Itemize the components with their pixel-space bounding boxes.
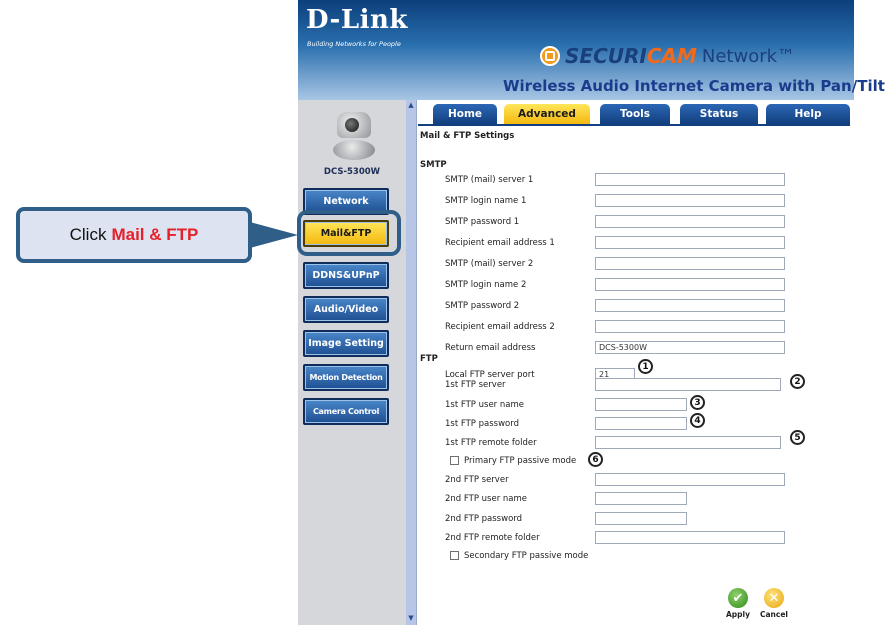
tab-underline — [418, 124, 850, 126]
tab-status[interactable]: Status — [680, 104, 758, 124]
return-email-label: Return email address — [445, 343, 536, 353]
tab-tools[interactable]: Tools — [600, 104, 670, 124]
lock-icon — [540, 46, 560, 66]
ftp-folder-2-label: 2nd FTP remote folder — [445, 533, 540, 543]
ftp-user-1-input[interactable] — [595, 398, 687, 411]
ftp-folder-1-input[interactable] — [595, 436, 781, 449]
ftp-server-2-label: 2nd FTP server — [445, 475, 509, 485]
recipient-email-1-input[interactable] — [595, 236, 785, 249]
smtp-password-1-input[interactable] — [595, 215, 785, 228]
sidebar-item-camera-control[interactable]: Camera Control — [303, 398, 389, 425]
recipient-email-1-label: Recipient email address 1 — [445, 238, 555, 248]
ftp-section-title: FTP — [420, 354, 438, 364]
ftp-server-2-input[interactable] — [595, 473, 785, 486]
dlink-tagline: Building Networks for People — [307, 40, 401, 48]
apply-button[interactable]: ✔ Apply — [718, 588, 758, 619]
ftp-password-2-label: 2nd FTP password — [445, 514, 523, 524]
smtp-server-1-label: SMTP (mail) server 1 — [445, 175, 534, 185]
sidebar-item-audio-video[interactable]: Audio/Video — [303, 296, 389, 323]
callout-box: Click Mail & FTP — [16, 207, 252, 263]
scroll-up-icon[interactable]: ▲ — [407, 100, 415, 110]
recipient-email-2-input[interactable] — [595, 320, 785, 333]
smtp-login-2-label: SMTP login name 2 — [445, 280, 527, 290]
securicam-logo: SECURICAM Network™ — [540, 44, 795, 68]
sidebar-item-ddns-upnp[interactable]: DDNS&UPnP — [303, 262, 389, 289]
checkmark-icon: ✔ — [728, 588, 748, 608]
secondary-passive-checkbox[interactable] — [450, 551, 459, 560]
smtp-password-2-label: SMTP password 2 — [445, 301, 520, 311]
return-email-input[interactable]: DCS-5300W — [595, 341, 785, 354]
recipient-email-2-label: Recipient email address 2 — [445, 322, 555, 332]
selection-highlight — [297, 210, 401, 256]
ftp-user-2-input[interactable] — [595, 492, 687, 505]
ftp-server-1-label: 1st FTP server — [445, 380, 506, 390]
page-title: Mail & FTP Settings — [420, 131, 515, 141]
smtp-password-1-label: SMTP password 1 — [445, 217, 520, 227]
smtp-server-2-label: SMTP (mail) server 2 — [445, 259, 534, 269]
ftp-folder-2-input[interactable] — [595, 531, 785, 544]
ftp-password-1-input[interactable] — [595, 417, 687, 430]
marker-2: 2 — [790, 374, 805, 389]
ftp-user-1-label: 1st FTP user name — [445, 400, 524, 410]
ftp-folder-1-label: 1st FTP remote folder — [445, 438, 537, 448]
smtp-server-1-input[interactable] — [595, 173, 785, 186]
marker-4: 4 — [690, 413, 705, 428]
dlink-logo: D-Link — [306, 5, 408, 35]
smtp-password-2-input[interactable] — [595, 299, 785, 312]
marker-3: 3 — [690, 395, 705, 410]
smtp-login-2-input[interactable] — [595, 278, 785, 291]
tab-advanced[interactable]: Advanced — [504, 104, 590, 124]
local-ftp-port-label: Local FTP server port — [445, 370, 535, 380]
sidebar-item-image-setting[interactable]: Image Setting — [303, 330, 389, 357]
cancel-label: Cancel — [759, 610, 788, 619]
camera-image — [333, 112, 375, 162]
apply-label: Apply — [725, 610, 750, 619]
tab-home[interactable]: Home — [433, 104, 497, 124]
smtp-section-title: SMTP — [420, 160, 447, 170]
ftp-password-2-input[interactable] — [595, 512, 687, 525]
smtp-login-1-label: SMTP login name 1 — [445, 196, 527, 206]
ftp-server-1-input[interactable] — [595, 378, 781, 391]
marker-5: 5 — [790, 430, 805, 445]
marker-6: 6 — [588, 452, 603, 467]
sidebar-item-motion-detection[interactable]: Motion Detection — [303, 364, 389, 391]
cancel-x-icon: ✕ — [764, 588, 784, 608]
scrollbar[interactable]: ▲ ▼ — [406, 100, 416, 625]
marker-1: 1 — [638, 359, 653, 374]
primary-passive-checkbox[interactable] — [450, 456, 459, 465]
secondary-passive-label: Secondary FTP passive mode — [464, 551, 589, 561]
primary-passive-label: Primary FTP passive mode — [464, 456, 577, 466]
ftp-user-2-label: 2nd FTP user name — [445, 494, 527, 504]
product-title: Wireless Audio Internet Camera with Pan/… — [503, 77, 885, 95]
ftp-password-1-label: 1st FTP password — [445, 419, 519, 429]
callout-pointer — [250, 222, 298, 248]
camera-model-label: DCS-5300W — [323, 167, 381, 177]
scroll-down-icon[interactable]: ▼ — [407, 613, 415, 623]
smtp-server-2-input[interactable] — [595, 257, 785, 270]
smtp-login-1-input[interactable] — [595, 194, 785, 207]
cancel-button[interactable]: ✕ Cancel — [754, 588, 794, 619]
tab-help[interactable]: Help — [766, 104, 850, 124]
